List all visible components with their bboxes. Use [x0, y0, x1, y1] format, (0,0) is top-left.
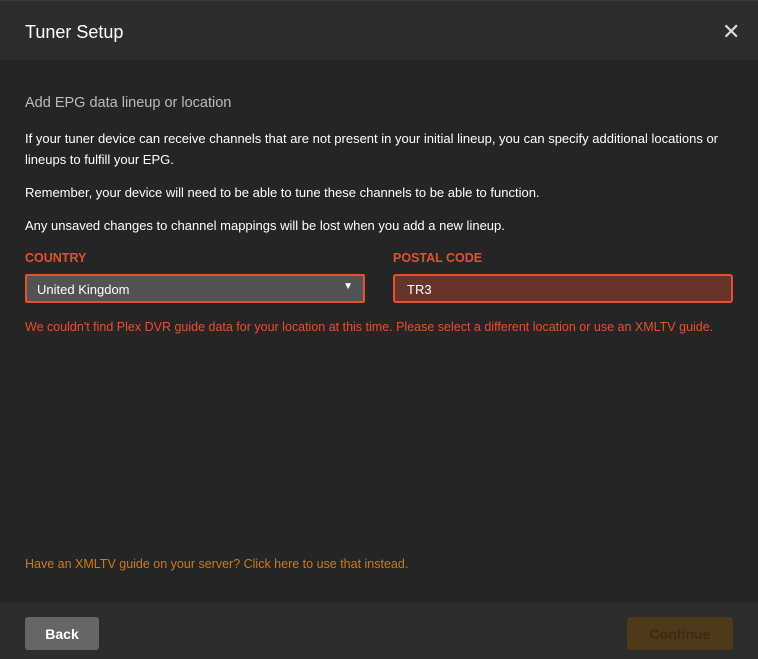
info-paragraph: Remember, your device will need to be ab…	[25, 185, 540, 200]
postal-code-label: POSTAL CODE	[393, 251, 483, 265]
xmltv-link[interactable]: Have an XMLTV guide on your server? Clic…	[25, 557, 408, 571]
info-paragraph: If your tuner device can receive channel…	[25, 131, 719, 167]
dialog-header: Tuner Setup ✕	[0, 0, 758, 60]
country-select[interactable]: United Kingdom ▼	[25, 274, 365, 303]
country-label: COUNTRY	[25, 251, 87, 265]
close-icon[interactable]: ✕	[722, 19, 740, 45]
error-message: We couldn't find Plex DVR guide data for…	[25, 320, 714, 334]
postal-code-input[interactable]: TR3	[393, 274, 733, 303]
continue-button[interactable]: Continue	[627, 617, 733, 650]
country-value: United Kingdom	[37, 282, 130, 297]
info-paragraph: Any unsaved changes to channel mappings …	[25, 218, 505, 233]
dialog-title: Tuner Setup	[25, 22, 124, 42]
section-subtitle: Add EPG data lineup or location	[25, 95, 232, 111]
back-button[interactable]: Back	[25, 617, 99, 650]
caret-down-icon: ▼	[343, 281, 353, 292]
